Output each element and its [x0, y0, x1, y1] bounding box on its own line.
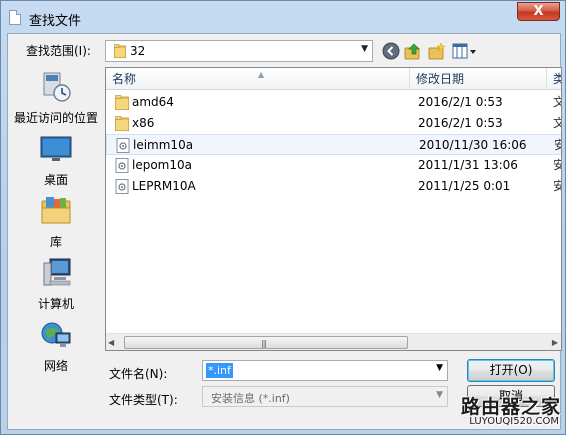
- title-bar[interactable]: 查找文件 X: [1, 1, 565, 33]
- desktop-icon: [40, 136, 72, 161]
- scrollbar-thumb[interactable]: |||: [124, 336, 408, 349]
- column-header: ▲ 名称 修改日期 类: [106, 68, 561, 90]
- places-bar: 最近访问的位置 桌面 库 计算机 网络: [8, 67, 104, 427]
- dialog-body: 查找范围(I): 32 ▼ 最近访问的位置 桌面 库 计算机 网络 ▲ 名称 修…: [7, 33, 562, 430]
- file-name: leimm10a: [133, 138, 194, 152]
- file-name: LEPRM10A: [132, 179, 196, 193]
- watermark-url: LUYOUQI520.COM: [469, 416, 559, 427]
- place-computer[interactable]: 计算机: [8, 257, 104, 315]
- scroll-right-icon[interactable]: ▶: [552, 338, 558, 347]
- file-name-combobox[interactable]: *.inf ▼: [202, 360, 448, 381]
- column-type[interactable]: 类: [547, 68, 561, 90]
- file-date: 2010/11/30 16:06: [419, 138, 527, 152]
- place-label: 计算机: [37, 297, 74, 311]
- file-name: x86: [132, 116, 155, 130]
- look-in-value: 32: [130, 44, 146, 58]
- folder-icon: [114, 44, 126, 58]
- file-row[interactable]: x86 2016/2/1 0:53 文: [106, 113, 561, 134]
- new-folder-icon[interactable]: [428, 42, 446, 60]
- file-type: 安: [553, 155, 561, 176]
- place-label: 网络: [43, 359, 68, 373]
- file-date: 2011/1/31 13:06: [418, 158, 518, 172]
- look-in-label: 查找范围(I):: [26, 44, 91, 58]
- open-button[interactable]: 打开(O): [467, 359, 555, 382]
- file-row[interactable]: LEPRM10A 2011/1/25 0:01 安: [106, 176, 561, 197]
- file-type: 文: [553, 92, 561, 113]
- file-list[interactable]: ▲ 名称 修改日期 类 amd64 2016/2/1 0:53 文: [105, 67, 562, 351]
- up-folder-icon[interactable]: [404, 42, 422, 60]
- scroll-grip: |||: [261, 339, 267, 348]
- close-button[interactable]: X: [517, 2, 560, 21]
- setup-info-file-icon: [116, 138, 130, 153]
- place-label: 最近访问的位置: [13, 111, 98, 125]
- file-type-label: 文件类型(T):: [109, 393, 178, 407]
- column-name-label: 名称: [112, 72, 137, 86]
- column-date-label: 修改日期: [416, 72, 465, 86]
- chevron-down-icon[interactable]: ▼: [361, 44, 368, 54]
- window-title: 查找文件: [29, 14, 82, 29]
- place-label: 桌面: [43, 173, 68, 187]
- network-icon: [41, 322, 71, 347]
- views-menu-icon[interactable]: [452, 42, 478, 60]
- watermark: 路由器之家 LUYOUQI520.COM: [451, 392, 561, 430]
- column-name[interactable]: ▲ 名称: [106, 68, 410, 90]
- file-row[interactable]: amd64 2016/2/1 0:53 文: [106, 92, 561, 113]
- place-label: 库: [49, 235, 62, 249]
- file-type: 文: [553, 113, 561, 134]
- place-desktop[interactable]: 桌面: [8, 133, 104, 191]
- file-date: 2016/2/1 0:53: [418, 95, 503, 109]
- file-row-selected[interactable]: leimm10a 2010/11/30 16:06 安: [106, 134, 561, 156]
- file-type: 安: [553, 176, 561, 197]
- folder-icon: [115, 95, 129, 110]
- place-libraries[interactable]: 库: [8, 195, 104, 253]
- sort-ascending-icon: ▲: [258, 70, 265, 79]
- file-date: 2011/1/25 0:01: [418, 179, 511, 193]
- file-row[interactable]: lepom10a 2011/1/31 13:06 安: [106, 155, 561, 176]
- file-name-label: 文件名(N):: [109, 367, 168, 381]
- file-name: lepom10a: [132, 158, 192, 172]
- setup-info-file-icon: [115, 158, 129, 173]
- computer-icon: [43, 258, 71, 286]
- column-type-label: 类: [553, 72, 561, 86]
- file-type: 安: [554, 135, 561, 156]
- recent-places-icon: [43, 72, 71, 102]
- scroll-left-icon[interactable]: ◀: [108, 338, 114, 347]
- place-recent[interactable]: 最近访问的位置: [8, 71, 104, 129]
- horizontal-scrollbar[interactable]: ◀ ||| ▶: [106, 333, 561, 350]
- file-type-value: 安装信息 (*.inf): [211, 392, 290, 405]
- file-type-dropdown[interactable]: 安装信息 (*.inf) ▼: [202, 386, 448, 407]
- find-file-dialog: 查找文件 X 查找范围(I): 32 ▼ 最近访问的位置 桌面 库 计算机 网络…: [0, 0, 566, 435]
- file-date: 2016/2/1 0:53: [418, 116, 503, 130]
- folder-icon: [115, 116, 129, 131]
- column-date-modified[interactable]: 修改日期: [410, 68, 547, 90]
- back-icon[interactable]: [382, 42, 400, 60]
- document-icon: [9, 10, 21, 25]
- place-network[interactable]: 网络: [8, 319, 104, 377]
- chevron-down-icon[interactable]: ▼: [436, 390, 443, 400]
- chevron-down-icon[interactable]: ▼: [436, 363, 443, 373]
- file-name: amd64: [132, 95, 174, 109]
- watermark-title: 路由器之家: [460, 396, 561, 418]
- libraries-icon: [41, 197, 71, 224]
- file-name-input[interactable]: *.inf: [206, 363, 233, 378]
- look-in-dropdown[interactable]: 32 ▼: [105, 40, 373, 62]
- setup-info-file-icon: [115, 179, 129, 194]
